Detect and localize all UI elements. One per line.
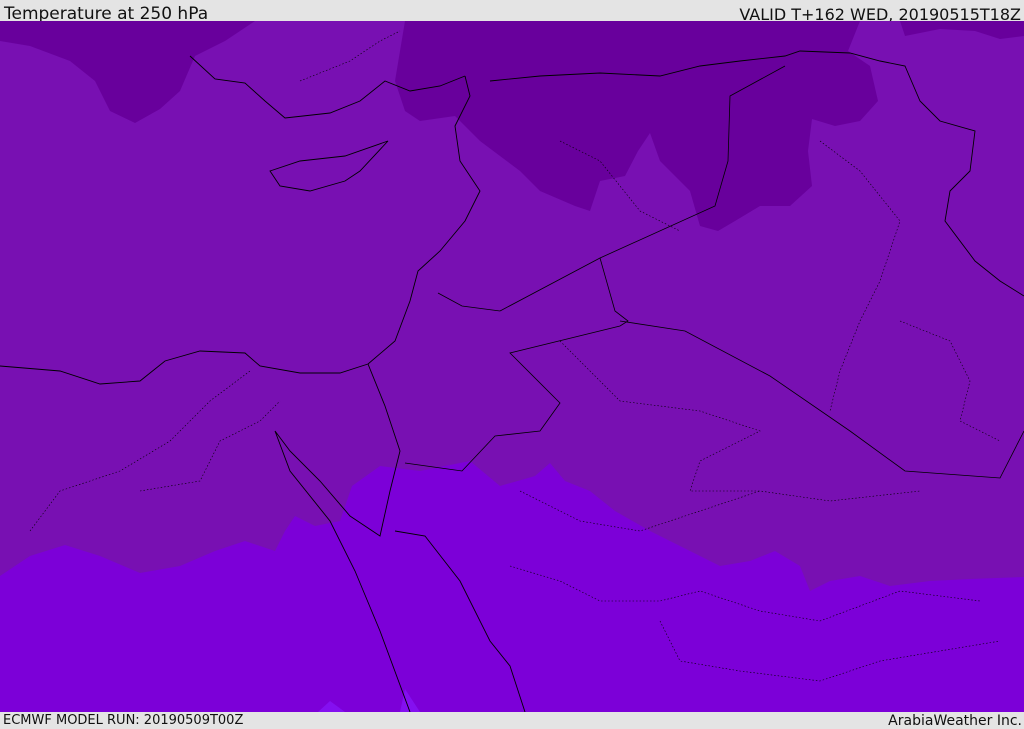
brand-label: ArabiaWeather Inc. xyxy=(888,713,1022,729)
temperature-map xyxy=(0,21,1024,712)
model-run: ECMWF MODEL RUN: 20190509T00Z xyxy=(3,713,244,728)
